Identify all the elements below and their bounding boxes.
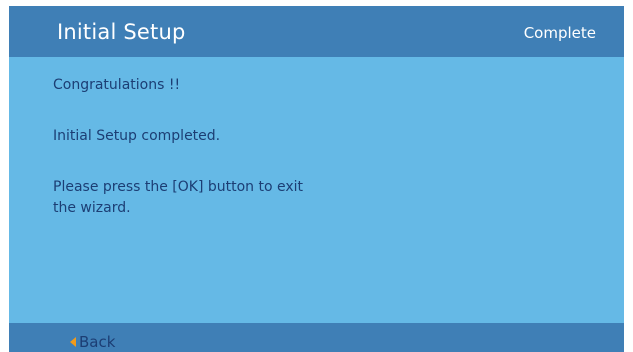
page-title: Initial Setup (57, 20, 186, 44)
completion-message: Initial Setup completed. (53, 128, 221, 144)
header-bar: Initial Setup Complete (9, 6, 624, 57)
step-status: Complete (523, 24, 596, 42)
left-arrow-icon (70, 337, 76, 347)
congratulations-message: Congratulations !! (53, 77, 181, 93)
exit-instructions: Please press the [OK] button to exit the… (53, 179, 304, 216)
setup-screen: Initial Setup Complete Congratulations !… (9, 6, 624, 352)
back-button[interactable]: Back (70, 332, 115, 352)
back-label: Back (79, 333, 116, 351)
footer-bar: Back (9, 323, 624, 352)
